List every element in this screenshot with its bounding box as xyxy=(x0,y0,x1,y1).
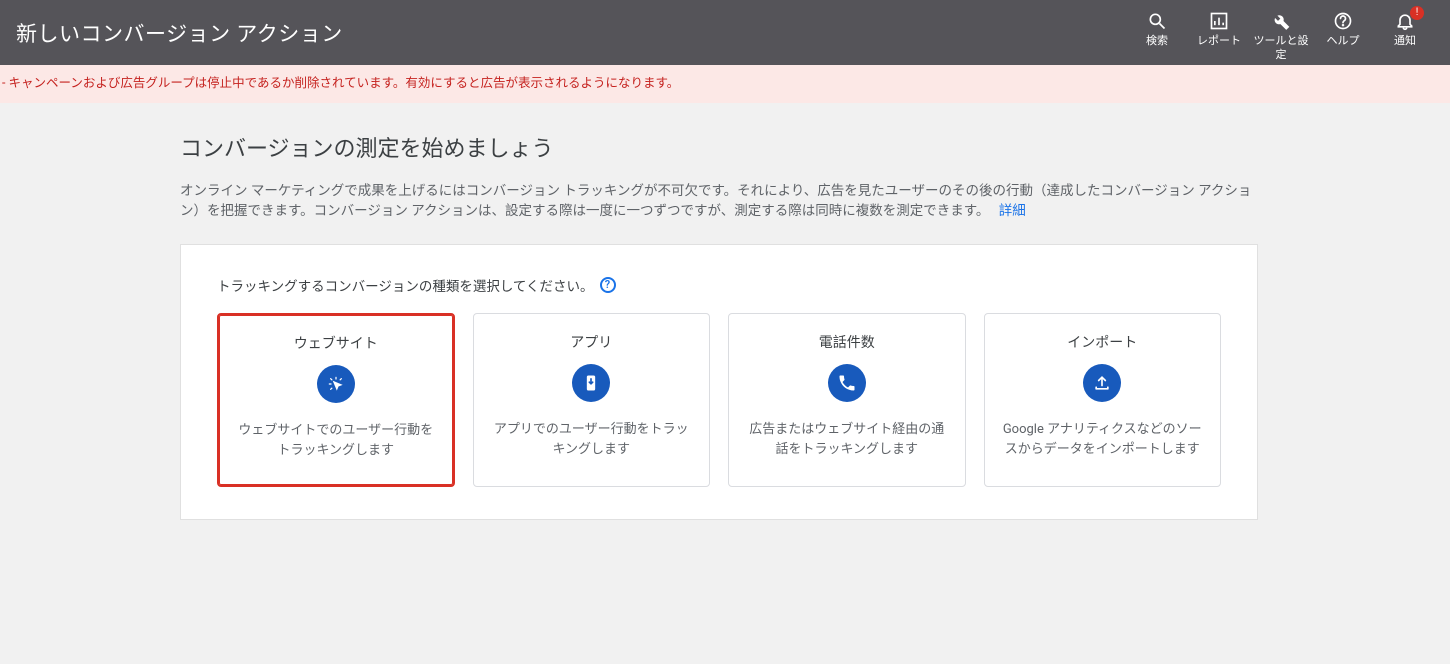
cards-row: ウェブサイト ウェブサイトでのユーザー行動をトラッキングします アプリ アプリで… xyxy=(217,313,1221,487)
notifications-button[interactable]: ! 通知 xyxy=(1374,6,1436,48)
help-icon xyxy=(1333,10,1353,32)
alert-text: - キャンペーンおよび広告グループは停止中であるか削除されています。有効にすると… xyxy=(0,76,679,91)
description-text: オンライン マーケティングで成果を上げるにはコンバージョン トラッキングが不可欠… xyxy=(180,183,1251,220)
report-label: レポート xyxy=(1197,34,1241,48)
notifications-label: 通知 xyxy=(1394,34,1416,48)
panel-instruction: トラッキングするコンバージョンの種類を選択してください。 ? xyxy=(217,275,1221,295)
upload-icon xyxy=(1083,364,1121,402)
card-phone[interactable]: 電話件数 広告またはウェブサイト経由の通話をトラッキングします xyxy=(728,313,966,487)
header-actions: 検索 レポート ツールと設定 ヘルプ ! 通知 xyxy=(1126,0,1436,62)
search-icon xyxy=(1147,10,1167,32)
detail-link[interactable]: 詳細 xyxy=(999,203,1026,219)
panel-instruction-text: トラッキングするコンバージョンの種類を選択してください。 xyxy=(217,275,594,295)
report-button[interactable]: レポート xyxy=(1188,6,1250,48)
tools-button[interactable]: ツールと設定 xyxy=(1250,6,1312,62)
notification-badge: ! xyxy=(1410,6,1424,20)
card-import[interactable]: インポート Google アナリティクスなどのソースからデータをインポートします xyxy=(984,313,1222,487)
main-content: コンバージョンの測定を始めましょう オンライン マーケティングで成果を上げるには… xyxy=(0,103,1450,521)
card-phone-title: 電話件数 xyxy=(819,332,875,352)
page-description: オンライン マーケティングで成果を上げるにはコンバージョン トラッキングが不可欠… xyxy=(180,181,1258,223)
content-inner: コンバージョンの測定を始めましょう オンライン マーケティングで成果を上げるには… xyxy=(180,131,1258,521)
search-label: 検索 xyxy=(1146,34,1168,48)
header-bar: 新しいコンバージョン アクション 検索 レポート ツールと設定 ヘルプ xyxy=(0,0,1450,65)
help-button[interactable]: ヘルプ xyxy=(1312,6,1374,48)
card-website-title: ウェブサイト xyxy=(294,333,378,353)
card-website-desc: ウェブサイトでのユーザー行動をトラッキングします xyxy=(229,421,443,461)
card-app-title: アプリ xyxy=(570,332,612,352)
card-app-desc: アプリでのユーザー行動をトラッキングします xyxy=(484,420,700,460)
help-circle-icon[interactable]: ? xyxy=(600,277,616,293)
report-icon xyxy=(1209,10,1229,32)
tools-label: ツールと設定 xyxy=(1250,34,1312,62)
page-title: 新しいコンバージョン アクション xyxy=(14,0,343,48)
card-import-desc: Google アナリティクスなどのソースからデータをインポートします xyxy=(995,420,1211,460)
help-label: ヘルプ xyxy=(1327,34,1360,48)
search-button[interactable]: 検索 xyxy=(1126,6,1188,48)
alert-banner: - キャンペーンおよび広告グループは停止中であるか削除されています。有効にすると… xyxy=(0,65,1450,103)
card-import-title: インポート xyxy=(1067,332,1137,352)
card-phone-desc: 広告またはウェブサイト経由の通話をトラッキングします xyxy=(739,420,955,460)
phone-call-icon xyxy=(828,364,866,402)
conversion-type-panel: トラッキングするコンバージョンの種類を選択してください。 ? ウェブサイト ウェ… xyxy=(180,244,1258,520)
card-app[interactable]: アプリ アプリでのユーザー行動をトラッキングします xyxy=(473,313,711,487)
tools-icon xyxy=(1271,10,1291,32)
cursor-click-icon xyxy=(317,365,355,403)
card-website[interactable]: ウェブサイト ウェブサイトでのユーザー行動をトラッキングします xyxy=(217,313,455,487)
phone-install-icon xyxy=(572,364,610,402)
page-heading: コンバージョンの測定を始めましょう xyxy=(180,131,1258,163)
